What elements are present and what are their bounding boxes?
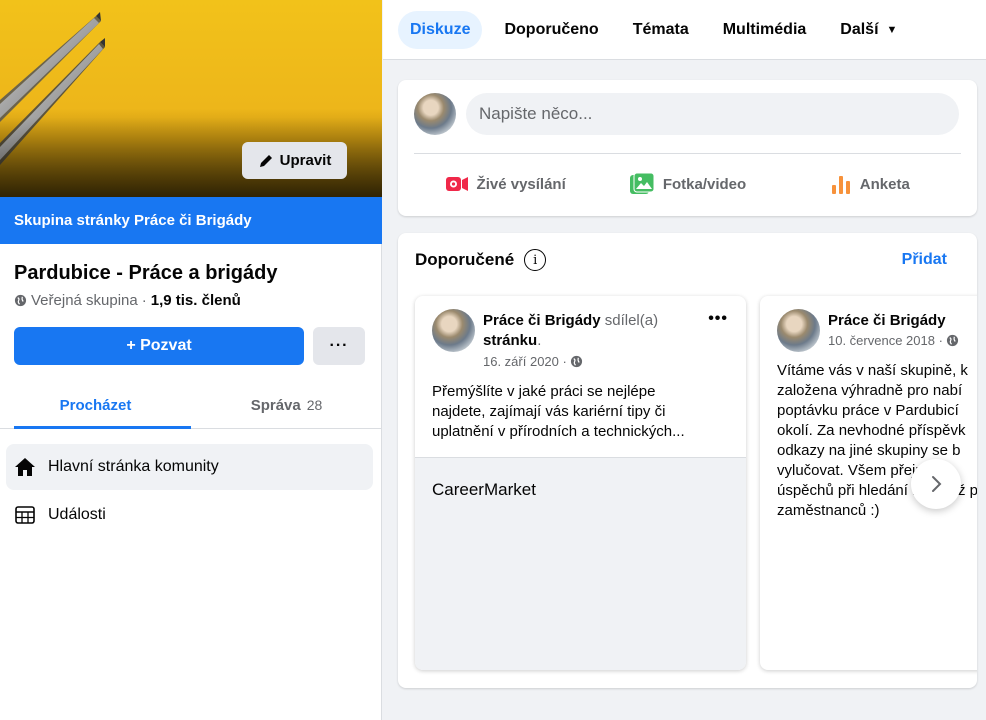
tab-manage-label: Správa xyxy=(250,396,301,414)
tab-media-label: Multimédia xyxy=(722,20,807,38)
live-video-label: Živé vysílání xyxy=(476,175,566,193)
invite-label: + Pozvat xyxy=(126,337,192,354)
avatar[interactable] xyxy=(432,309,475,352)
post-date-text[interactable]: 10. července 2018 · xyxy=(828,333,943,348)
post-date: 10. července 2018 · xyxy=(828,333,959,348)
post-author-line: Práce či Brigády sdílel(a) stránku. xyxy=(483,312,659,349)
group-top-nav: Diskuze Doporučeno Témata Multimédia Dal… xyxy=(383,0,986,60)
post-date-text[interactable]: 16. září 2020 · xyxy=(483,354,567,369)
more-options-button[interactable]: ··· xyxy=(313,327,365,365)
post-composer: Napište něco... Živé vysílání Fotka/vide… xyxy=(398,80,977,216)
poll-button[interactable]: Anketa xyxy=(779,164,961,204)
tab-media[interactable]: Multimédia xyxy=(711,11,819,49)
post-text-line: Přemýšlíte v jaké práci se nejlépe xyxy=(432,383,656,400)
chevron-right-icon xyxy=(932,476,942,492)
caret-down-icon: ▼ xyxy=(886,23,898,36)
globe-icon xyxy=(946,334,958,347)
calendar-icon xyxy=(15,506,35,524)
group-title[interactable]: Pardubice - Práce a brigády xyxy=(14,262,277,285)
live-video-button[interactable]: Živé vysílání xyxy=(414,164,596,204)
next-arrow-button[interactable] xyxy=(911,459,961,509)
edit-cover-button[interactable]: Upravit xyxy=(242,142,347,179)
home-icon xyxy=(15,458,35,476)
post-text-line: poptávku práce v Pardubicí xyxy=(777,402,959,419)
tab-manage-count: 28 xyxy=(306,397,323,413)
post-verb: sdílel(a) xyxy=(604,312,659,329)
tab-featured-label: Doporučeno xyxy=(504,20,599,38)
sidebar-item-events[interactable]: Události xyxy=(6,492,373,538)
tab-more[interactable]: Další ▼ xyxy=(828,11,909,49)
recommended-header: Doporučené i xyxy=(415,249,547,271)
group-members-count[interactable]: 1,9 tis. členů xyxy=(151,292,241,309)
poll-label: Anketa xyxy=(859,175,910,193)
link-preview[interactable]: CareerMarket xyxy=(415,457,746,670)
globe-icon xyxy=(570,355,582,368)
group-page-banner[interactable]: Skupina stránky Práce či Brigády xyxy=(0,197,382,244)
sidebar-item-label: Události xyxy=(48,506,106,523)
post-author[interactable]: Práce či Brigády xyxy=(483,312,601,329)
post-text-line: uplatnění v přírodních a technických... xyxy=(432,423,685,440)
invite-button[interactable]: + Pozvat xyxy=(14,327,304,365)
group-privacy: Veřejná skupina xyxy=(31,292,138,309)
group-banner-text: Skupina stránky Práce či Brigády xyxy=(14,212,252,229)
sidebar-item-community-home[interactable]: Hlavní stránka komunity xyxy=(6,444,373,490)
photo-icon xyxy=(629,172,655,194)
link-title: CareerMarket xyxy=(432,480,536,499)
post-text-line: odkazy na jiné skupiny se b xyxy=(777,442,961,459)
post-text: Přemýšlíte v jaké práci se nejlépe najde… xyxy=(432,382,685,442)
tab-featured[interactable]: Doporučeno xyxy=(492,11,610,49)
avatar[interactable] xyxy=(414,93,456,135)
tab-discussion-label: Diskuze xyxy=(410,20,471,38)
pencil-icon xyxy=(259,154,272,167)
recommended-title: Doporučené xyxy=(415,250,515,269)
post-text-line: okolí. Za nevhodné příspěvk xyxy=(777,422,966,439)
divider xyxy=(414,153,961,154)
live-video-icon xyxy=(445,177,468,191)
add-featured-link[interactable]: Přidat xyxy=(902,251,947,269)
tab-browse-label: Procházet xyxy=(59,396,132,414)
post-text-line: Vítáme vás v naší skupině, k xyxy=(777,362,968,379)
post-object[interactable]: stránku xyxy=(483,332,537,349)
composer-actions: Živé vysílání Fotka/video Anketa xyxy=(414,164,961,204)
group-sidebar: Upravit Skupina stránky Práce či Brigády… xyxy=(0,0,382,720)
tab-topics[interactable]: Témata xyxy=(621,11,701,49)
post-author[interactable]: Práce či Brigády xyxy=(828,312,946,329)
tab-topics-label: Témata xyxy=(632,20,689,38)
globe-icon xyxy=(14,294,27,307)
poll-icon xyxy=(831,176,850,194)
tab-manage[interactable]: Správa 28 xyxy=(191,382,382,428)
post-author-line: Práce či Brigády xyxy=(828,311,977,331)
photo-video-label: Fotka/video xyxy=(662,175,747,193)
photo-video-button[interactable]: Fotka/video xyxy=(596,164,778,204)
tab-browse[interactable]: Procházet xyxy=(0,382,191,429)
avatar[interactable] xyxy=(777,309,820,352)
post-text-line: najdete, zajímají vás kariérní tipy či xyxy=(432,403,666,420)
edit-cover-label: Upravit xyxy=(279,152,332,169)
info-icon[interactable]: i xyxy=(524,249,547,271)
meta-separator: · xyxy=(141,292,147,309)
post-menu-button[interactable]: ••• xyxy=(708,310,728,328)
cover-photo: Upravit xyxy=(0,0,382,197)
post-text-line: založena výhradně pro nabí xyxy=(777,382,963,399)
composer-placeholder: Napište něco... xyxy=(479,104,593,123)
sidebar-item-label: Hlavní stránka komunity xyxy=(48,458,219,475)
group-meta: Veřejná skupina · 1,9 tis. členů xyxy=(14,292,241,309)
post-date: 16. září 2020 · xyxy=(483,354,583,369)
tab-more-label: Další xyxy=(840,20,879,38)
tab-discussion[interactable]: Diskuze xyxy=(398,10,483,49)
featured-post[interactable]: Práce či Brigády sdílel(a) stránku. 16. … xyxy=(415,296,746,670)
more-dots-icon: ··· xyxy=(329,337,349,354)
composer-input[interactable]: Napište něco... xyxy=(466,93,959,135)
recommended-section: Doporučené i Přidat Práce či Brigády sdí… xyxy=(398,233,977,688)
sidebar-tabs: Procházet Správa 28 xyxy=(0,382,382,429)
